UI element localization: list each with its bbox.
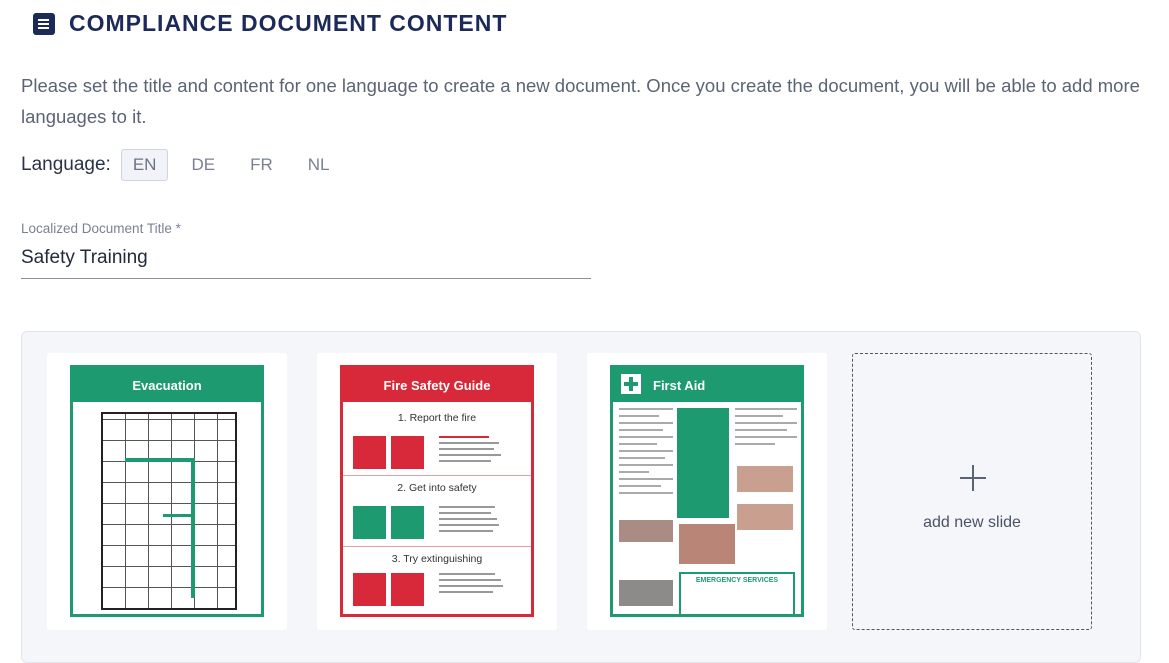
- first-aid-photo: [619, 520, 673, 542]
- slide-thumbnail: First Aid EMERGENCY SERVICES: [610, 365, 804, 617]
- slides-panel: Evacuation Fire Safety Guide 1. Report t…: [21, 331, 1141, 663]
- section-title: COMPLIANCE DOCUMENT CONTENT: [69, 10, 508, 36]
- running-person-icon: [353, 506, 386, 539]
- first-aid-photo: [737, 504, 793, 530]
- fire-hose-icon: [391, 573, 424, 606]
- language-selector: Language: EN DE FR NL: [21, 149, 352, 181]
- first-aid-photo: [679, 524, 735, 564]
- step-heading: 1. Report the fire: [397, 412, 477, 424]
- slide-card-fire-safety[interactable]: Fire Safety Guide 1. Report the fire 2. …: [317, 353, 557, 630]
- step-heading: 3. Try extinguishing: [391, 553, 483, 565]
- instructions-text: Please set the title and content for one…: [21, 75, 1140, 127]
- slide-title: Fire Safety Guide: [343, 368, 531, 402]
- document-title-label: Localized Document Title *: [21, 221, 181, 236]
- language-option-en[interactable]: EN: [120, 149, 169, 181]
- exit-sign-icon: [391, 506, 424, 539]
- add-new-slide-label: add new slide: [923, 514, 1021, 531]
- section-header: COMPLIANCE DOCUMENT CONTENT: [33, 10, 507, 37]
- language-option-nl[interactable]: NL: [296, 149, 342, 181]
- step-heading: 2. Get into safety: [397, 482, 477, 494]
- slide-title: Evacuation: [73, 368, 261, 402]
- phone-icon: [353, 436, 386, 469]
- slide-card-first-aid[interactable]: First Aid EMERGENCY SERVICES: [587, 353, 827, 630]
- plus-icon: [960, 465, 986, 491]
- document-list-icon: [33, 12, 55, 35]
- slide-thumbnail: Evacuation: [70, 365, 264, 617]
- slide-thumbnail: Fire Safety Guide 1. Report the fire 2. …: [340, 365, 534, 617]
- fire-alarm-icon: [391, 436, 424, 469]
- floor-plan-image: [101, 412, 237, 610]
- slide-card-evacuation[interactable]: Evacuation: [47, 353, 287, 630]
- first-aid-cross-icon: [621, 374, 641, 394]
- emergency-services-title: EMERGENCY SERVICES: [695, 577, 779, 584]
- fire-extinguisher-icon: [353, 573, 386, 606]
- slide-title: First Aid: [653, 377, 706, 393]
- language-label: Language:: [21, 154, 111, 175]
- language-option-de[interactable]: DE: [179, 149, 227, 181]
- document-title-input[interactable]: [21, 241, 591, 279]
- resuscitation-panel: [677, 408, 729, 518]
- first-aid-photo: [619, 580, 673, 606]
- document-title-field: Localized Document Title *: [21, 221, 591, 279]
- language-option-fr[interactable]: FR: [238, 149, 285, 181]
- add-new-slide-button[interactable]: add new slide: [852, 353, 1092, 630]
- first-aid-photo: [737, 466, 793, 492]
- emergency-services-box: EMERGENCY SERVICES: [679, 572, 795, 616]
